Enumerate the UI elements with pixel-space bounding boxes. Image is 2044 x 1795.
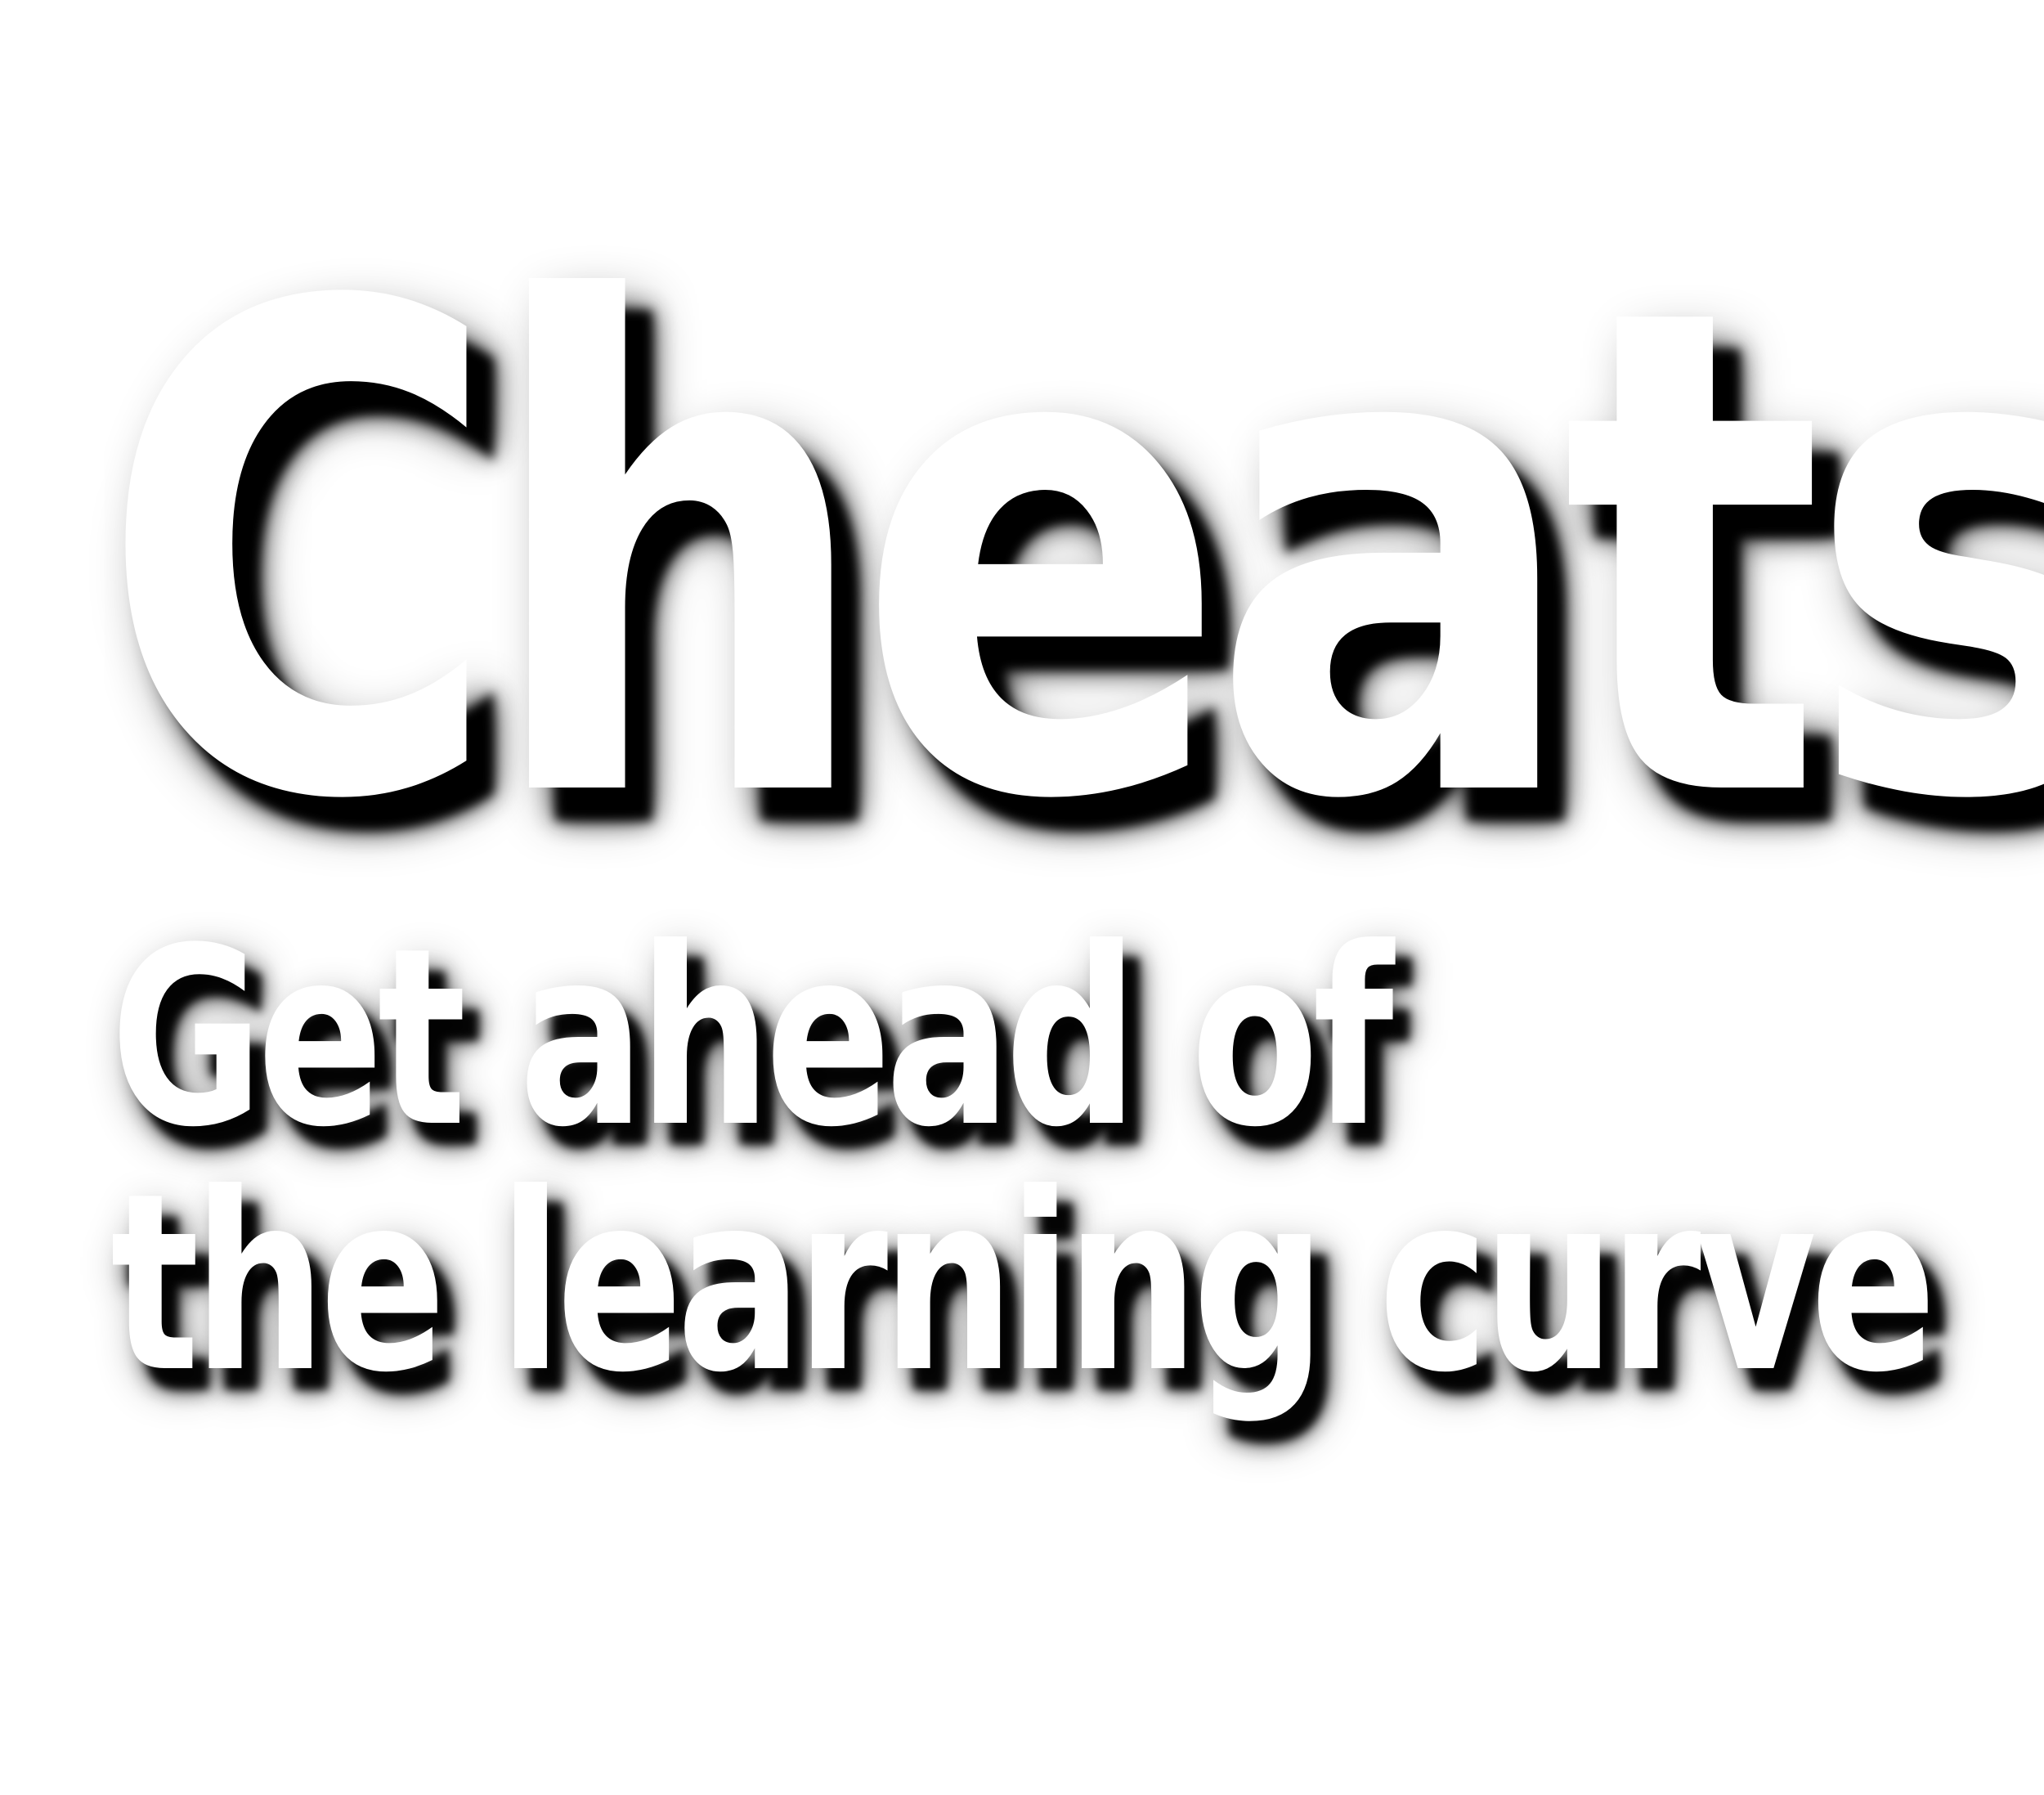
tagline-line-1: Get ahead of (110, 895, 1394, 1181)
tagline-line-2: the learning curve (110, 1141, 1937, 1426)
poster-canvas: Cheats Get ahead of the learning curve (0, 0, 2044, 1795)
tagline: Get ahead of the learning curve (110, 895, 1937, 1426)
headline-title: Cheats (98, 166, 2044, 946)
